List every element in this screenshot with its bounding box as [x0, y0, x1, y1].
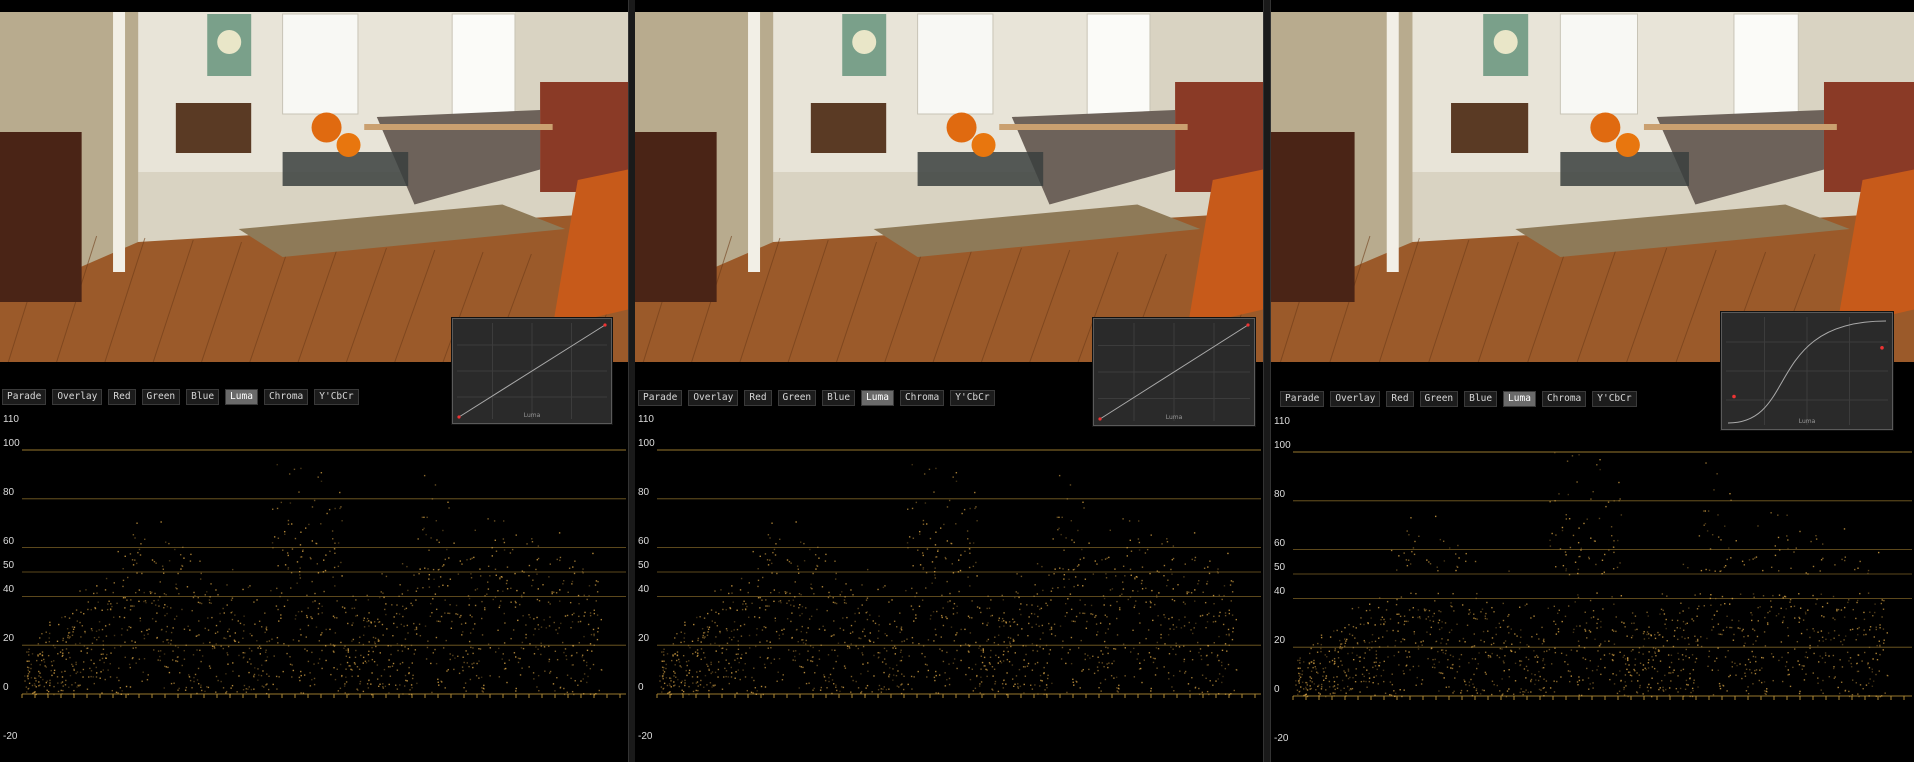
scale-label: -20 [3, 730, 18, 742]
scale-label: 0 [638, 682, 644, 693]
scope-button-overlay[interactable]: Overlay [52, 389, 103, 405]
panel-s-curve: Parade Overlay Red Green Blue Luma Chroma Y'CbC… [1271, 0, 1914, 762]
curve-editor[interactable]: Luma [1093, 318, 1255, 426]
scope-button-chroma[interactable]: Chroma [263, 389, 309, 405]
scale-label: 20 [1274, 635, 1286, 647]
scope-button-green[interactable]: Green [1419, 391, 1459, 407]
scale-label: 20 [638, 633, 650, 645]
luma-waveform: 110 100 80 60 50 40 20 0 -20 [1271, 414, 1914, 762]
panel-original: Parade Overlay Red Green Blue Luma Chroma Y'CbC… [0, 0, 628, 762]
scale-label: 80 [638, 486, 650, 498]
scale-label: 40 [3, 584, 15, 596]
scale-label: 100 [638, 438, 655, 449]
scale-label: -20 [1274, 732, 1289, 744]
scope-button-blue[interactable]: Blue [822, 390, 856, 406]
scope-button-parade[interactable]: Parade [1280, 391, 1325, 407]
scale-label: 100 [3, 438, 20, 449]
scale-label: 110 [638, 413, 654, 425]
curve-editor[interactable]: Luma [452, 318, 612, 424]
curve-editor[interactable]: Luma [1721, 312, 1893, 430]
scope-button-red[interactable]: Red [108, 389, 136, 405]
scope-button-red[interactable]: Red [1386, 391, 1414, 407]
panel-divider[interactable] [1263, 0, 1271, 762]
scale-label: 60 [1274, 537, 1286, 549]
scale-label: 50 [638, 560, 650, 571]
scope-button-chroma[interactable]: Chroma [899, 390, 945, 406]
scale-label: 40 [1274, 586, 1286, 598]
scope-mode-buttons: Parade Overlay Red Green Blue Luma Chroma Y'CbC… [1280, 391, 1637, 407]
scale-label: 20 [3, 633, 15, 645]
scope-button-overlay[interactable]: Overlay [688, 390, 739, 406]
scope-button-parade[interactable]: Parade [638, 390, 683, 406]
scope-button-ycbcr[interactable]: Y'CbCr [950, 390, 995, 406]
scope-button-green[interactable]: Green [141, 389, 181, 405]
scale-label: 110 [1274, 415, 1290, 427]
scope-button-luma[interactable]: Luma [1503, 391, 1536, 407]
scope-button-red[interactable]: Red [744, 390, 772, 406]
scale-label: 60 [638, 535, 650, 547]
scope-button-chroma[interactable]: Chroma [1541, 391, 1587, 407]
scale-label: 80 [1274, 488, 1286, 500]
scale-label: 110 [3, 413, 19, 425]
scale-label: 0 [1274, 684, 1280, 695]
room-photo [1271, 12, 1914, 362]
scope-button-blue[interactable]: Blue [1464, 391, 1498, 407]
room-photo [0, 12, 628, 362]
scope-button-overlay[interactable]: Overlay [1330, 391, 1381, 407]
scale-label: -20 [638, 730, 653, 742]
panel-linear: Parade Overlay Red Green Blue Luma Chroma Y'CbC… [635, 0, 1263, 762]
scope-button-luma[interactable]: Luma [861, 390, 894, 406]
scope-button-ycbcr[interactable]: Y'CbCr [1592, 391, 1637, 407]
scope-button-luma[interactable]: Luma [225, 389, 258, 405]
scope-mode-buttons: Parade Overlay Red Green Blue Luma Chroma Y'CbC… [638, 390, 995, 406]
scope-button-parade[interactable]: Parade [2, 389, 47, 405]
scope-mode-buttons: Parade Overlay Red Green Blue Luma Chroma Y'CbC… [2, 389, 359, 405]
scale-label: 0 [3, 682, 9, 693]
scale-label: 80 [3, 486, 15, 498]
scale-label: 50 [3, 560, 15, 571]
luma-waveform: 110 100 80 60 50 40 20 0 -20 [0, 412, 628, 762]
luma-waveform: 110 100 80 60 50 40 20 0 -20 [635, 412, 1263, 762]
scope-button-ycbcr[interactable]: Y'CbCr [314, 389, 359, 405]
scale-label: 60 [3, 535, 15, 547]
scope-button-blue[interactable]: Blue [186, 389, 220, 405]
scope-button-green[interactable]: Green [777, 390, 817, 406]
scale-label: 50 [1274, 562, 1286, 573]
scale-label: 40 [638, 584, 650, 596]
room-photo [635, 12, 1263, 362]
scale-label: 100 [1274, 440, 1291, 451]
